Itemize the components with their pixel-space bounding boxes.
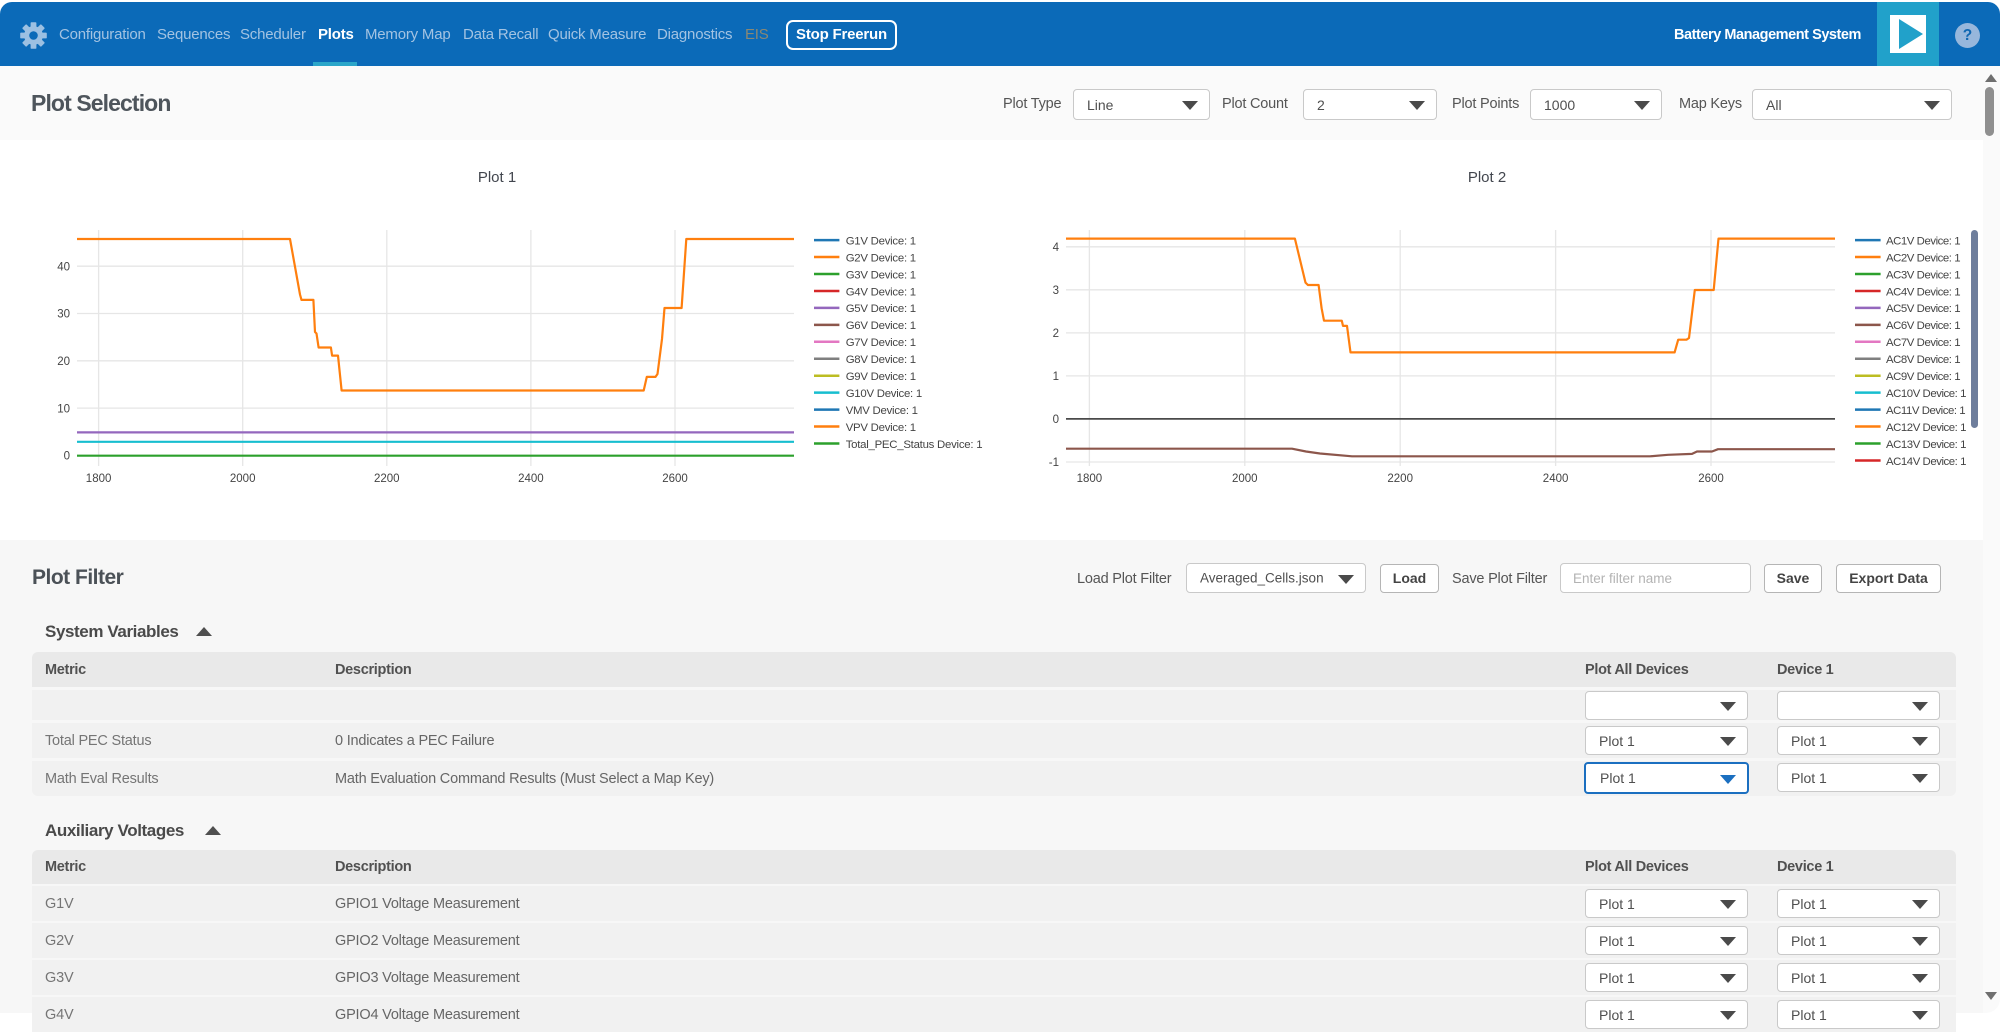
svg-text:2400: 2400 bbox=[518, 473, 544, 485]
svg-text:Plot 2: Plot 2 bbox=[1468, 169, 1506, 186]
svg-text:3: 3 bbox=[1053, 285, 1059, 297]
svg-text:AC14V Device: 1: AC14V Device: 1 bbox=[1886, 456, 1966, 468]
svg-text:1800: 1800 bbox=[1077, 473, 1103, 485]
svg-text:G10V Device: 1: G10V Device: 1 bbox=[846, 388, 922, 400]
svg-text:AC12V Device: 1: AC12V Device: 1 bbox=[1886, 422, 1966, 434]
svg-text:G5V Device: 1: G5V Device: 1 bbox=[846, 303, 916, 315]
svg-text:2: 2 bbox=[1053, 328, 1059, 340]
svg-text:2000: 2000 bbox=[230, 473, 256, 485]
svg-text:AC5V Device: 1: AC5V Device: 1 bbox=[1886, 303, 1960, 315]
svg-text:2600: 2600 bbox=[662, 473, 688, 485]
svg-text:-1: -1 bbox=[1049, 457, 1059, 469]
svg-text:AC13V Device: 1: AC13V Device: 1 bbox=[1886, 439, 1966, 451]
svg-text:G8V Device: 1: G8V Device: 1 bbox=[846, 354, 916, 366]
svg-text:G3V Device: 1: G3V Device: 1 bbox=[846, 269, 916, 281]
svg-text:AC4V Device: 1: AC4V Device: 1 bbox=[1886, 286, 1960, 298]
svg-text:10: 10 bbox=[57, 403, 70, 415]
svg-text:Plot 1: Plot 1 bbox=[478, 169, 516, 186]
svg-text:G7V Device: 1: G7V Device: 1 bbox=[846, 337, 916, 349]
svg-text:AC1V Device: 1: AC1V Device: 1 bbox=[1886, 235, 1960, 247]
svg-text:0: 0 bbox=[1053, 414, 1059, 426]
svg-text:G6V Device: 1: G6V Device: 1 bbox=[846, 320, 916, 332]
svg-text:AC3V Device: 1: AC3V Device: 1 bbox=[1886, 269, 1960, 281]
svg-text:AC7V Device: 1: AC7V Device: 1 bbox=[1886, 337, 1960, 349]
svg-text:AC8V Device: 1: AC8V Device: 1 bbox=[1886, 354, 1960, 366]
svg-text:AC10V Device: 1: AC10V Device: 1 bbox=[1886, 388, 1966, 400]
svg-text:G2V Device: 1: G2V Device: 1 bbox=[846, 252, 916, 264]
svg-text:VPV Device: 1: VPV Device: 1 bbox=[846, 422, 916, 434]
svg-text:2600: 2600 bbox=[1698, 473, 1724, 485]
svg-text:AC2V Device: 1: AC2V Device: 1 bbox=[1886, 252, 1960, 264]
svg-text:1: 1 bbox=[1053, 371, 1059, 383]
svg-text:4: 4 bbox=[1053, 242, 1060, 254]
svg-text:40: 40 bbox=[57, 261, 70, 273]
svg-text:G4V Device: 1: G4V Device: 1 bbox=[846, 286, 916, 298]
svg-text:2200: 2200 bbox=[374, 473, 400, 485]
svg-text:2200: 2200 bbox=[1387, 473, 1413, 485]
svg-text:Total_PEC_Status Device: 1: Total_PEC_Status Device: 1 bbox=[846, 439, 983, 451]
svg-text:1800: 1800 bbox=[86, 473, 112, 485]
svg-text:VMV Device: 1: VMV Device: 1 bbox=[846, 405, 918, 417]
svg-text:2000: 2000 bbox=[1232, 473, 1258, 485]
svg-text:2400: 2400 bbox=[1543, 473, 1569, 485]
svg-text:AC11V Device: 1: AC11V Device: 1 bbox=[1886, 405, 1965, 417]
svg-text:0: 0 bbox=[64, 451, 70, 463]
svg-text:G1V Device: 1: G1V Device: 1 bbox=[846, 235, 916, 247]
svg-text:30: 30 bbox=[57, 309, 70, 321]
svg-text:AC9V Device: 1: AC9V Device: 1 bbox=[1886, 371, 1960, 383]
svg-text:G9V Device: 1: G9V Device: 1 bbox=[846, 371, 916, 383]
svg-text:AC6V Device: 1: AC6V Device: 1 bbox=[1886, 320, 1960, 332]
svg-text:20: 20 bbox=[57, 356, 70, 368]
